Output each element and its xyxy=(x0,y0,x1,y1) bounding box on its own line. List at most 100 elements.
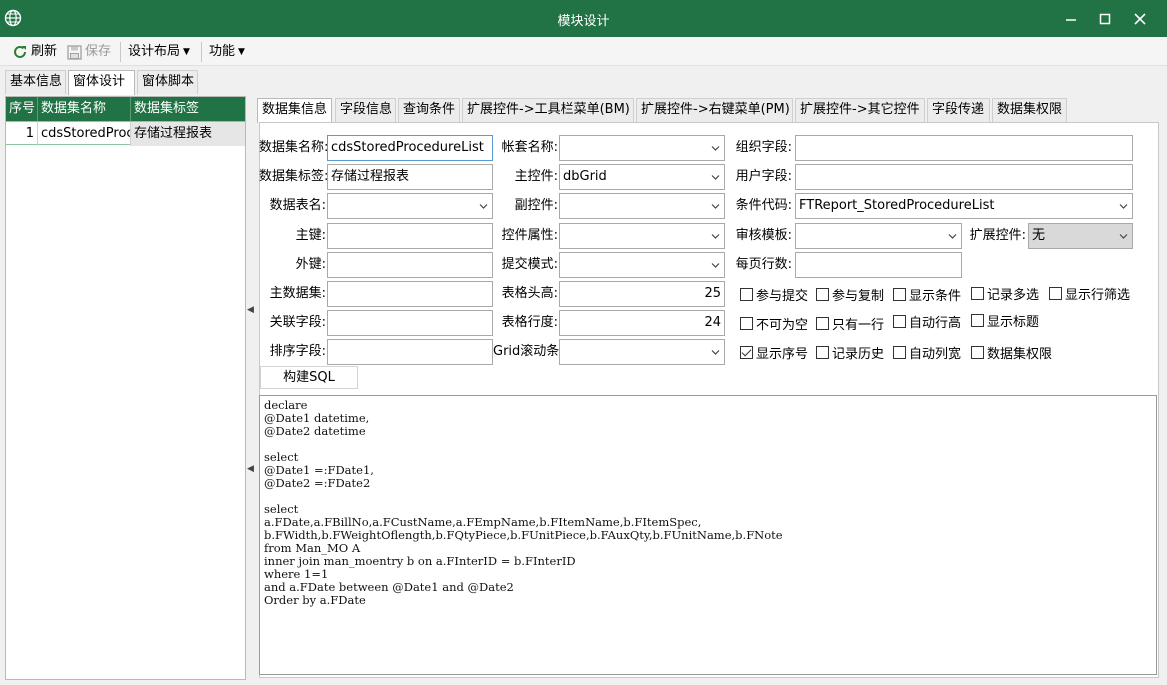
checkbox-show-conditions[interactable]: 显示条件 xyxy=(893,285,961,304)
checkbox-label: 参与提交 xyxy=(756,288,809,304)
collapse-left-icon[interactable]: ◀ xyxy=(247,462,254,476)
close-icon xyxy=(1134,12,1146,25)
extension-control-value: 无 xyxy=(1032,228,1046,243)
sql-editor[interactable]: declare @Date1 datetime, @Date2 datetime… xyxy=(259,395,1157,675)
user-field-input[interactable] xyxy=(795,164,1133,190)
primary-key-input[interactable] xyxy=(327,223,493,249)
tab-form-script[interactable]: 窗体脚本 xyxy=(137,70,198,94)
tab-field-pass[interactable]: 字段传递 xyxy=(927,98,990,122)
label-sub-control: 副控件: xyxy=(514,198,558,213)
checkbox-not-null[interactable]: 不可为空 xyxy=(740,314,808,333)
tab-dataset-permissions[interactable]: 数据集权限 xyxy=(992,98,1067,122)
window-title: 模块设计 xyxy=(557,14,610,29)
label-submit-mode: 提交模式: xyxy=(501,257,558,272)
checkbox-auto-col-width[interactable]: 自动列宽 xyxy=(893,343,961,362)
submit-mode-select[interactable] xyxy=(559,252,725,278)
chevron-down-icon xyxy=(1119,234,1128,239)
tab-ext-context-menu[interactable]: 扩展控件->右键菜单(PM) xyxy=(636,98,793,122)
toolbar-separator xyxy=(120,42,121,62)
label-condition-code: 条件代码: xyxy=(735,198,792,213)
close-button[interactable] xyxy=(1122,0,1158,37)
label-user-field: 用户字段: xyxy=(735,169,792,184)
layout-menu[interactable]: 设计布局 ▼ xyxy=(128,43,190,61)
extension-control-select[interactable]: 无 xyxy=(1028,223,1133,249)
panel-splitter[interactable]: ◀ ◀ xyxy=(246,96,255,680)
chevron-down-icon xyxy=(711,204,720,209)
checkbox-participate-copy[interactable]: 参与复制 xyxy=(816,285,884,304)
tab-field-info[interactable]: 字段信息 xyxy=(335,98,396,122)
account-name-select[interactable] xyxy=(559,135,725,161)
tab-ext-other-controls[interactable]: 扩展控件->其它控件 xyxy=(795,98,925,122)
label-dataset-name: 数据集名称: xyxy=(259,140,329,155)
functions-menu[interactable]: 功能 ▼ xyxy=(209,43,245,61)
chevron-down-icon xyxy=(479,204,488,209)
refresh-icon xyxy=(14,45,26,58)
label-dataset-label: 数据集标签: xyxy=(259,169,329,184)
checkbox-dataset-permission[interactable]: 数据集权限 xyxy=(971,343,1052,362)
label-foreign-key: 外键: xyxy=(295,257,326,272)
checkbox-multi-select[interactable]: 记录多选 xyxy=(971,284,1039,303)
toolbar-separator xyxy=(201,42,202,62)
checkbox-box xyxy=(893,345,906,359)
condition-code-select[interactable]: FTReport_StoredProcedureList xyxy=(795,193,1133,219)
checkbox-show-title[interactable]: 显示标题 xyxy=(971,311,1040,330)
main-control-value: dbGrid xyxy=(563,169,607,184)
checkbox-record-history[interactable]: 记录历史 xyxy=(816,343,884,362)
chevron-down-icon xyxy=(711,350,720,355)
build-sql-button[interactable]: 构建SQL xyxy=(260,366,358,389)
link-field-input[interactable] xyxy=(327,310,493,336)
dropdown-arrow-icon: ▼ xyxy=(238,47,245,57)
maximize-icon xyxy=(1099,13,1111,24)
minimize-button[interactable] xyxy=(1053,0,1089,37)
checkbox-box xyxy=(816,287,829,301)
sub-control-select[interactable] xyxy=(559,193,725,219)
chevron-down-icon xyxy=(711,234,720,239)
table-row[interactable]: 1 cdsStoredProcedureList 存储过程报表 xyxy=(6,121,245,146)
refresh-button[interactable]: 刷新 xyxy=(12,43,57,61)
chevron-down-icon xyxy=(1119,204,1128,209)
org-field-input[interactable] xyxy=(795,135,1133,161)
foreign-key-input[interactable] xyxy=(327,252,493,278)
dataset-name-input[interactable]: cdsStoredProcedureList xyxy=(327,135,493,161)
header-label[interactable]: 数据集标签 xyxy=(131,97,245,121)
checkbox-label: 只有一行 xyxy=(832,317,885,333)
grid-scrollbar-select[interactable] xyxy=(559,339,725,365)
dataset-label-input[interactable]: 存储过程报表 xyxy=(327,164,493,190)
label-audit-template: 审核模板: xyxy=(735,228,792,243)
row-name: cdsStoredProcedureList xyxy=(38,122,131,146)
checkbox-box xyxy=(893,287,906,301)
row-label: 存储过程报表 xyxy=(131,122,245,146)
chevron-down-icon xyxy=(711,263,720,268)
functions-label: 功能 xyxy=(209,44,236,59)
main-control-select[interactable]: dbGrid xyxy=(559,164,725,190)
save-button[interactable]: 保存 xyxy=(67,43,111,61)
checkbox-row-filter[interactable]: 显示行筛选 xyxy=(1049,284,1130,303)
row-height-input[interactable]: 24 xyxy=(559,310,725,336)
checkbox-label: 自动行高 xyxy=(909,315,962,331)
rows-per-page-input[interactable] xyxy=(795,252,962,278)
tab-query-conditions[interactable]: 查询条件 xyxy=(398,98,460,122)
sort-field-input[interactable] xyxy=(327,339,493,365)
audit-template-select[interactable] xyxy=(795,223,962,249)
header-height-input[interactable]: 25 xyxy=(559,281,725,307)
checkbox-show-row-number[interactable]: 显示序号 xyxy=(740,343,808,362)
master-dataset-input[interactable] xyxy=(327,281,493,307)
label-extension-control: 扩展控件: xyxy=(969,228,1026,243)
tab-dataset-info[interactable]: 数据集信息 xyxy=(257,98,332,123)
tab-basic-info[interactable]: 基本信息 xyxy=(5,70,66,94)
checkbox-box xyxy=(971,286,984,300)
checkbox-label: 显示标题 xyxy=(987,314,1040,330)
tab-ext-toolbar-menu[interactable]: 扩展控件->工具栏菜单(BM) xyxy=(462,98,634,122)
checkbox-single-row[interactable]: 只有一行 xyxy=(816,314,885,333)
label-link-field: 关联字段: xyxy=(269,315,326,330)
checkbox-participate-submit[interactable]: 参与提交 xyxy=(740,285,809,304)
collapse-left-icon[interactable]: ◀ xyxy=(247,303,254,317)
header-no[interactable]: 序号 xyxy=(6,97,38,121)
maximize-button[interactable] xyxy=(1087,0,1123,37)
checkbox-auto-row-height[interactable]: 自动行高 xyxy=(893,312,962,331)
tab-form-design[interactable]: 窗体设计 xyxy=(68,70,135,95)
control-props-select[interactable] xyxy=(559,223,725,249)
table-name-select[interactable] xyxy=(327,193,493,219)
header-name[interactable]: 数据集名称 xyxy=(38,97,131,121)
checkbox-box xyxy=(816,345,829,359)
